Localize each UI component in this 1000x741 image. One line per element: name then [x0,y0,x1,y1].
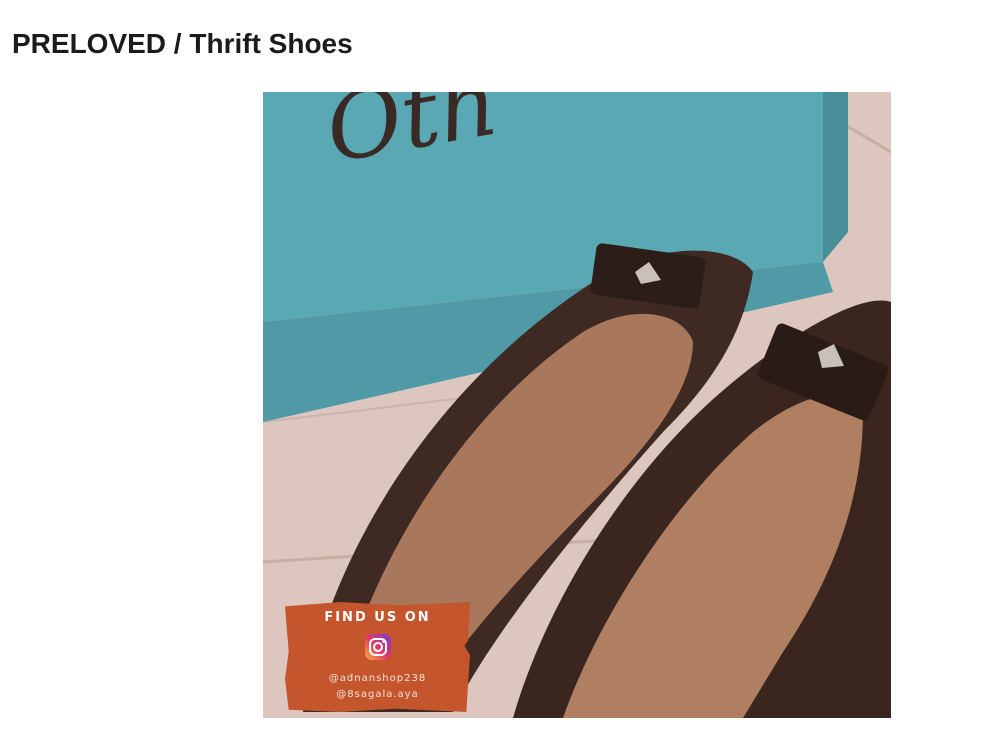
instagram-icon [365,634,391,660]
instagram-handle-1: @adnanshop238 [328,673,427,684]
promo-heading: FIND US ON [324,610,431,625]
page-title: PRELOVED / Thrift Shoes [12,28,353,59]
promo-badge: FIND US ON @adnanshop238 @8sagala.aya [285,602,470,712]
instagram-handle-2: @8sagala.aya [336,689,419,700]
product-photo: Oth FIND US ON @adnanshop238 @8sagala.ay… [263,92,891,718]
